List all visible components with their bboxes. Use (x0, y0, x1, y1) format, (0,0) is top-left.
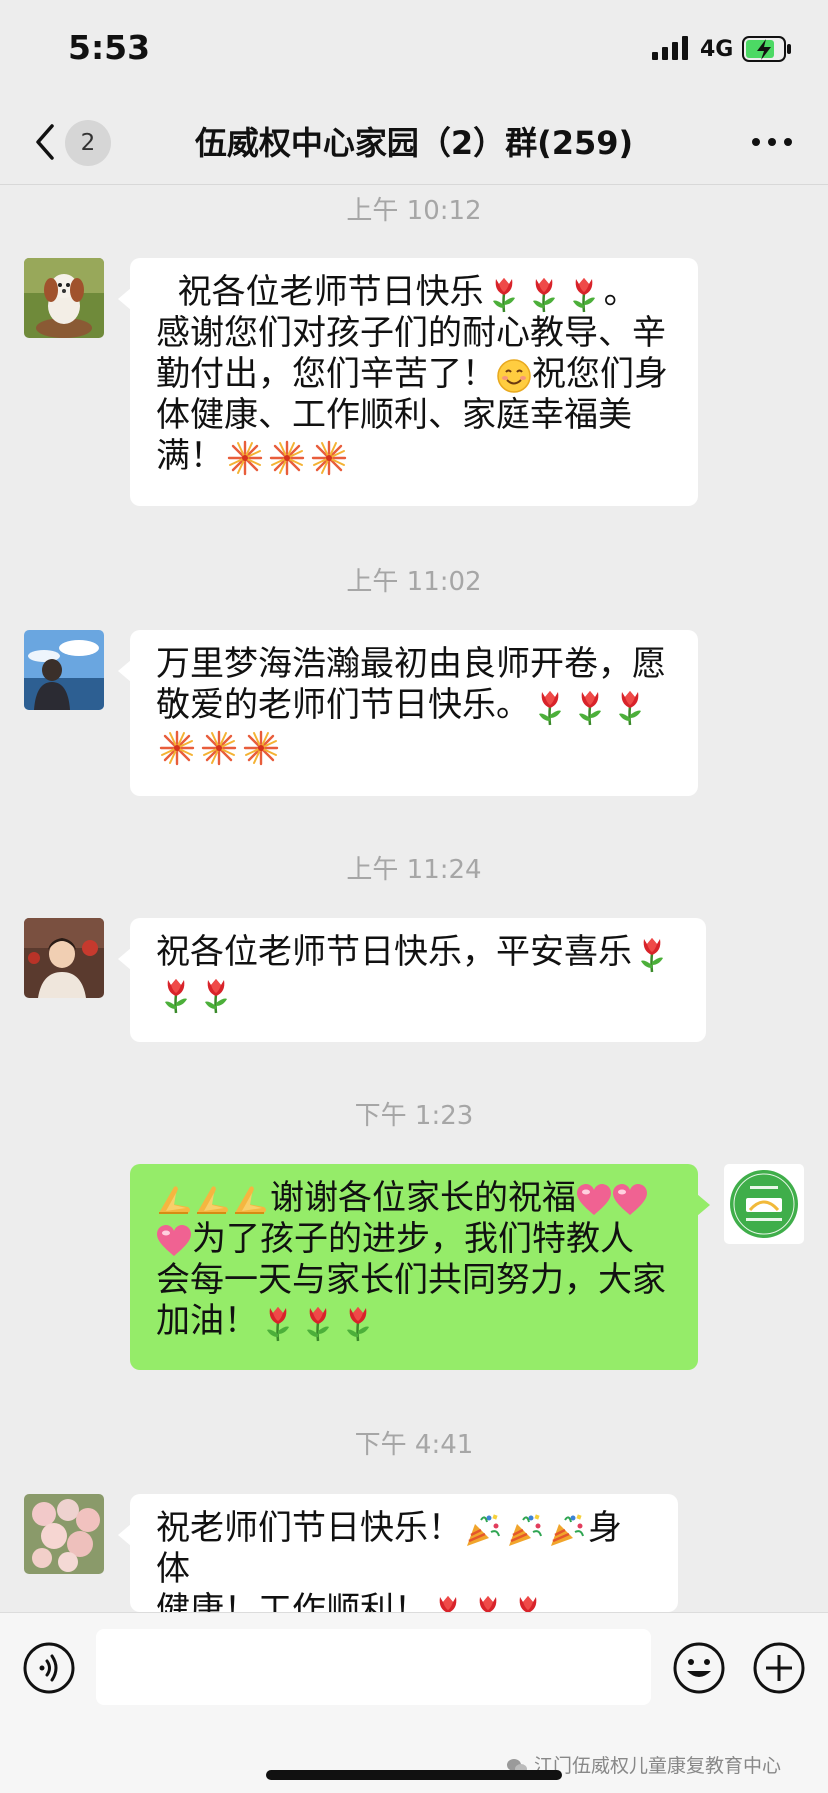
voice-icon[interactable] (22, 1641, 76, 1695)
emoji-icon[interactable] (672, 1641, 726, 1695)
more-dots-icon[interactable] (748, 130, 796, 154)
folded-hands-emoji (232, 1184, 270, 1216)
signal-icon (652, 36, 688, 60)
message-text: 谢谢各位家长的祝福 (270, 1178, 576, 1218)
message-text: 加油！ (156, 1301, 258, 1341)
party-popper-emoji (549, 1512, 585, 1548)
message-bubble[interactable]: 祝老师们节日快乐！ 身体 健康！工作顺利！ (118, 1494, 678, 1612)
status-bar: 5:53 4G (0, 0, 828, 100)
message-text: 敬爱的老师们节日快乐。 (156, 685, 530, 725)
folded-hands-emoji (194, 1184, 232, 1216)
message-timestamp: 上午 10:12 (346, 196, 482, 226)
fireworks-emoji (227, 440, 263, 476)
message-text: 万里梦海浩瀚最初由良师开卷，愿 (156, 644, 666, 684)
watermark-text: 江门伍威权儿童康复教育中心 (534, 1755, 782, 1777)
fireworks-emoji (201, 730, 237, 766)
message-text: 体健康、工作顺利、家庭幸福美 (156, 395, 632, 435)
message-text: 感谢您们对孩子们的耐心教导、辛 (156, 313, 666, 353)
party-popper-emoji (465, 1512, 501, 1548)
message-text: 祝老师们节日快乐！ (156, 1508, 462, 1548)
message-input-bar: 江门伍威权儿童康复教育中心 (0, 1612, 828, 1793)
message-bubble[interactable]: 祝各位老师节日快乐 。 感谢您们对孩子们的耐心教导、辛 勤付出，您们辛苦了！ 祝您们… (118, 258, 698, 506)
message-timestamp: 下午 4:41 (354, 1430, 474, 1460)
tulip-emoji (159, 976, 193, 1014)
tulip-emoji (573, 688, 607, 726)
smiling-face-emoji (496, 358, 532, 394)
heart-emoji (576, 1183, 612, 1217)
message-input[interactable] (96, 1629, 651, 1705)
tulip-emoji (261, 1304, 295, 1342)
fireworks-emoji (159, 730, 195, 766)
message-timestamp: 上午 11:24 (346, 855, 482, 885)
message-text: 祝各位老师节日快乐，平安喜乐 (156, 932, 632, 972)
message-text: 。 (603, 272, 638, 312)
message-text: 勤付出，您们辛苦了！ (156, 354, 496, 394)
heart-emoji (156, 1224, 192, 1258)
avatar-flowers[interactable] (24, 1494, 104, 1574)
battery-charging-icon (742, 36, 791, 62)
chat-header: 2 伍威权中心家园（2）群(259) (0, 100, 828, 185)
message-timestamp: 上午 11:02 (346, 567, 482, 597)
message-bubble[interactable]: 谢谢各位家长的祝福 为了孩子的进步，我们特教人 会每一天与家长们共同努力，大家 … (130, 1164, 710, 1370)
message-text: 会每一天与家长们共同努力，大家 (156, 1260, 666, 1300)
tulip-emoji (199, 976, 233, 1014)
message-text: 为了孩子的进步，我们特教人 (192, 1219, 634, 1259)
message-bubble[interactable]: 祝各位老师节日快乐，平安喜乐 (118, 918, 706, 1042)
tulip-emoji (341, 1304, 375, 1342)
page-title: 伍威权中心家园（2）群(259) (194, 124, 634, 162)
avatar-child[interactable] (24, 918, 104, 998)
fireworks-emoji (243, 730, 279, 766)
status-time: 5:53 (68, 28, 151, 67)
plus-icon[interactable] (752, 1641, 806, 1695)
heart-emoji (612, 1183, 648, 1217)
message-timestamp: 下午 1:23 (354, 1101, 474, 1131)
avatar-center-logo[interactable] (724, 1164, 804, 1244)
avatar-person-seaside[interactable] (24, 630, 104, 710)
tulip-emoji (533, 688, 567, 726)
network-type: 4G (700, 37, 734, 62)
message-text: 祝各位老师节日快乐 (177, 272, 484, 312)
avatar-dog[interactable] (24, 258, 104, 338)
tulip-emoji (613, 688, 647, 726)
party-popper-emoji (507, 1512, 543, 1548)
message-text: 满！ (156, 436, 224, 476)
message-bubble[interactable]: 万里梦海浩瀚最初由良师开卷，愿 敬爱的老师们节日快乐。 (118, 630, 698, 796)
tulip-emoji (301, 1304, 335, 1342)
message-text: 祝您们身 (532, 354, 668, 394)
tulip-emoji (635, 935, 669, 973)
tulip-emoji (527, 275, 561, 313)
folded-hands-emoji (156, 1184, 194, 1216)
fireworks-emoji (311, 440, 347, 476)
fireworks-emoji (269, 440, 305, 476)
tulip-emoji (567, 275, 601, 313)
home-indicator (266, 1770, 562, 1780)
tulip-emoji (487, 275, 521, 313)
